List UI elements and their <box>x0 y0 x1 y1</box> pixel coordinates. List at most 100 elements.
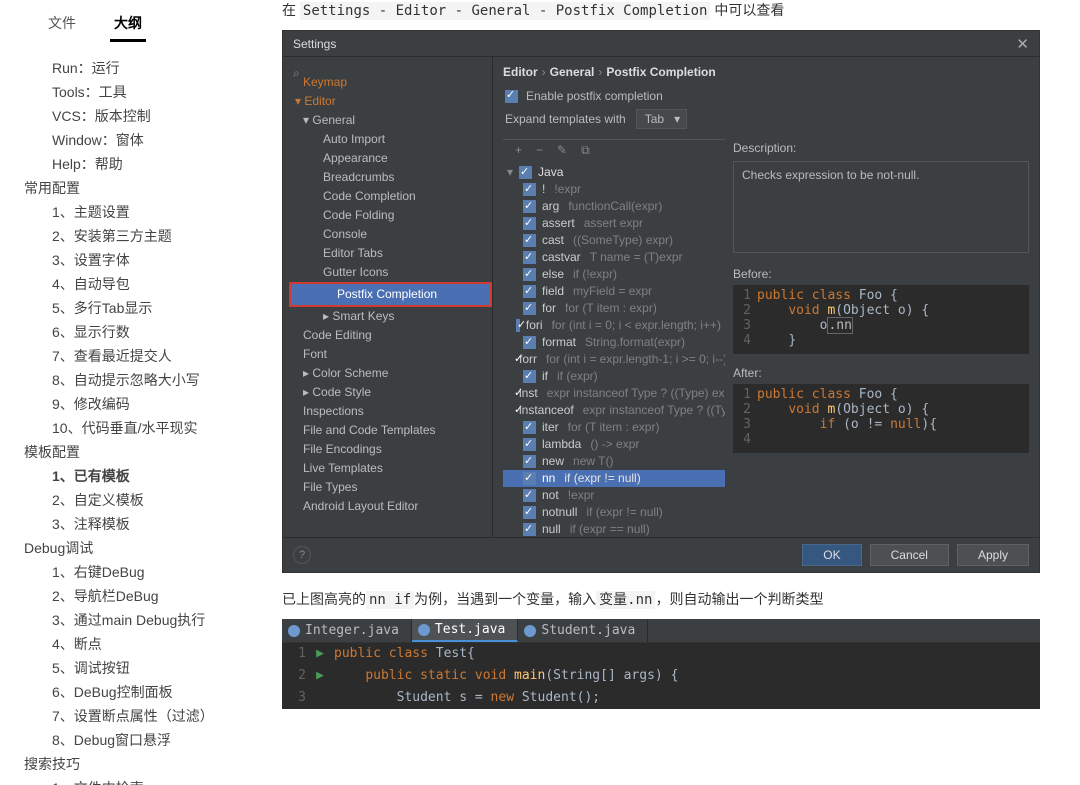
settings-tree-node[interactable]: Breadcrumbs <box>289 168 492 187</box>
outline-item[interactable]: 7、设置断点属性（过滤） <box>24 704 258 728</box>
sidebar-tabs: 文件 大纲 <box>24 10 258 42</box>
window-title: Settings <box>293 37 336 51</box>
outline-item[interactable]: 3、通过main Debug执行 <box>24 608 258 632</box>
outline-item[interactable]: Run：运行 <box>24 56 258 80</box>
outline-item[interactable]: Help：帮助 <box>24 152 258 176</box>
settings-tree-node[interactable]: Appearance <box>289 149 492 168</box>
settings-path: Settings - Editor - General - Postfix Co… <box>300 2 711 20</box>
postfix-item[interactable]: instexpr instanceof Type ? ((Type) expr)… <box>503 385 725 402</box>
outline-item[interactable]: 1、右键DeBug <box>24 560 258 584</box>
outline-item[interactable]: 8、自动提示忽略大小写 <box>24 368 258 392</box>
postfix-item[interactable]: formatString.format(expr) <box>503 334 725 351</box>
outline-item[interactable]: 模板配置 <box>24 440 258 464</box>
outline-item[interactable]: Debug调试 <box>24 536 258 560</box>
outline-item[interactable]: 5、多行Tab显示 <box>24 296 258 320</box>
settings-tree-node[interactable]: Code Editing <box>289 326 492 345</box>
postfix-item[interactable]: assertassert expr <box>503 215 725 232</box>
settings-tree-node[interactable]: Console <box>289 225 492 244</box>
titlebar: Settings ✕ <box>283 31 1039 57</box>
outline-item[interactable]: 2、导航栏DeBug <box>24 584 258 608</box>
postfix-item[interactable]: forrfor (int i = expr.length-1; i >= 0; … <box>503 351 725 368</box>
outline-item[interactable]: 1、文件内检索 <box>24 776 258 785</box>
editor-tab[interactable]: Integer.java <box>282 619 412 642</box>
outline-item[interactable]: 3、设置字体 <box>24 248 258 272</box>
outline-item[interactable]: 5、调试按钮 <box>24 656 258 680</box>
postfix-item[interactable]: forfor (T item : expr) <box>503 300 725 317</box>
settings-tree-node[interactable]: Inspections <box>289 402 492 421</box>
outline-item[interactable]: 9、修改编码 <box>24 392 258 416</box>
outline-item[interactable]: 搜索技巧 <box>24 752 258 776</box>
settings-tree-node[interactable]: Keymap <box>289 73 492 92</box>
settings-tree-node[interactable]: ▸ Color Scheme <box>289 364 492 383</box>
settings-tree-node[interactable]: Font <box>289 345 492 364</box>
editor-tab[interactable]: Test.java <box>412 619 518 642</box>
settings-tree-node[interactable]: Code Completion <box>289 187 492 206</box>
outline-item[interactable]: Tools：工具 <box>24 80 258 104</box>
search-icon: ⌕ <box>293 66 300 81</box>
settings-tree-node[interactable]: File and Code Templates <box>289 421 492 440</box>
settings-tree-node[interactable]: ▾ General <box>289 111 492 130</box>
postfix-item[interactable]: not!expr <box>503 487 725 504</box>
outline-item[interactable]: 4、断点 <box>24 632 258 656</box>
postfix-item[interactable]: argfunctionCall(expr) <box>503 198 725 215</box>
postfix-item[interactable]: !!expr <box>503 181 725 198</box>
outline-item[interactable]: 10、代码垂直/水平现实 <box>24 416 258 440</box>
settings-tree-node[interactable]: Editor Tabs <box>289 244 492 263</box>
remove-icon[interactable]: − <box>536 143 543 158</box>
outline-item[interactable]: Window：窗体 <box>24 128 258 152</box>
settings-tree-node[interactable]: ▸ Smart Keys <box>289 307 492 326</box>
postfix-item[interactable]: instanceofexpr instanceof Type ? ((Type)… <box>503 402 725 419</box>
outline-item[interactable]: 1、已有模板 <box>24 464 258 488</box>
settings-tree-node[interactable]: Auto Import <box>289 130 492 149</box>
description-box: Checks expression to be not-null. <box>733 161 1029 253</box>
file-icon <box>288 625 300 637</box>
settings-tree-node[interactable]: Android Layout Editor <box>289 497 492 516</box>
postfix-item[interactable]: castvarT name = (T)expr <box>503 249 725 266</box>
outline-item[interactable]: 7、查看最近提交人 <box>24 344 258 368</box>
outline-item[interactable]: 3、注释模板 <box>24 512 258 536</box>
copy-icon[interactable]: ⧉ <box>581 143 590 158</box>
ok-button[interactable]: OK <box>802 544 861 566</box>
editor-tab[interactable]: Student.java <box>518 619 648 642</box>
postfix-item[interactable]: forifor (int i = 0; i < expr.length; i++… <box>503 317 725 334</box>
add-icon[interactable]: + <box>515 143 522 158</box>
apply-button[interactable]: Apply <box>957 544 1029 566</box>
postfix-item[interactable]: notnullif (expr != null) <box>503 504 725 521</box>
postfix-item[interactable]: newnew T() <box>503 453 725 470</box>
outline-item[interactable]: 4、自动导包 <box>24 272 258 296</box>
outline-list: Run：运行Tools：工具VCS：版本控制Window：窗体Help：帮助常用… <box>24 56 258 785</box>
help-icon[interactable]: ? <box>293 546 311 564</box>
expand-templates-select[interactable]: Tab <box>636 109 687 129</box>
cancel-button[interactable]: Cancel <box>870 544 949 566</box>
postfix-item[interactable]: ifif (expr) <box>503 368 725 385</box>
postfix-item[interactable]: nullif (expr == null) <box>503 521 725 537</box>
outline-item[interactable]: 6、显示行数 <box>24 320 258 344</box>
outline-item[interactable]: 8、Debug窗口悬浮 <box>24 728 258 752</box>
outline-item[interactable]: VCS：版本控制 <box>24 104 258 128</box>
close-icon[interactable]: ✕ <box>1016 35 1029 53</box>
edit-icon[interactable]: ✎ <box>557 143 567 158</box>
postfix-item[interactable]: elseif (!expr) <box>503 266 725 283</box>
outline-item[interactable]: 常用配置 <box>24 176 258 200</box>
outline-item[interactable]: 2、安装第三方主题 <box>24 224 258 248</box>
settings-tree-node[interactable]: File Encodings <box>289 440 492 459</box>
postfix-item[interactable]: nnif (expr != null) <box>503 470 725 487</box>
settings-tree-node[interactable]: Code Folding <box>289 206 492 225</box>
tab-outline[interactable]: 大纲 <box>110 10 146 42</box>
postfix-java-root[interactable]: ▾Java <box>503 164 725 181</box>
settings-tree-node[interactable]: Gutter Icons <box>289 263 492 282</box>
postfix-item[interactable]: lambda() -> expr <box>503 436 725 453</box>
settings-tree-node[interactable]: Live Templates <box>289 459 492 478</box>
settings-tree-node[interactable]: ▾ Editor <box>289 92 492 111</box>
outline-item[interactable]: 2、自定义模板 <box>24 488 258 512</box>
tab-file[interactable]: 文件 <box>44 10 80 42</box>
postfix-item[interactable]: iterfor (T item : expr) <box>503 419 725 436</box>
outline-item[interactable]: 6、DeBug控制面板 <box>24 680 258 704</box>
postfix-item[interactable]: fieldmyField = expr <box>503 283 725 300</box>
postfix-item[interactable]: cast((SomeType) expr) <box>503 232 725 249</box>
settings-tree-node[interactable]: Postfix Completion <box>289 282 492 307</box>
enable-postfix-checkbox[interactable] <box>505 90 518 103</box>
settings-tree-node[interactable]: ▸ Code Style <box>289 383 492 402</box>
settings-tree-node[interactable]: File Types <box>289 478 492 497</box>
outline-item[interactable]: 1、主题设置 <box>24 200 258 224</box>
